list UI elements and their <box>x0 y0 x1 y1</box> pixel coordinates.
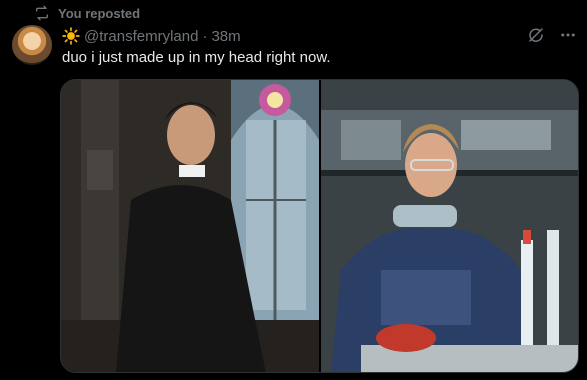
post-text: duo i just made up in my head right now. <box>62 49 331 66</box>
post-header: @transfemryland · 38m <box>62 26 241 46</box>
grok-icon[interactable] <box>527 26 545 44</box>
post-actions <box>527 26 577 44</box>
avatar[interactable] <box>12 25 52 65</box>
priest-in-church-photo[interactable] <box>61 80 319 372</box>
repost-label: You reposted <box>58 5 141 21</box>
repost-indicator[interactable]: You reposted <box>34 4 140 22</box>
separator-dot: · <box>202 27 208 45</box>
repost-icon <box>34 5 50 21</box>
post-timestamp[interactable]: 38m <box>211 28 240 45</box>
author-handle[interactable]: @transfemryland <box>84 28 198 45</box>
media-grid <box>60 79 579 373</box>
scientist-in-lab-photo[interactable] <box>321 80 578 372</box>
more-options-icon[interactable] <box>559 26 577 44</box>
sun-emoji-icon <box>62 27 80 45</box>
